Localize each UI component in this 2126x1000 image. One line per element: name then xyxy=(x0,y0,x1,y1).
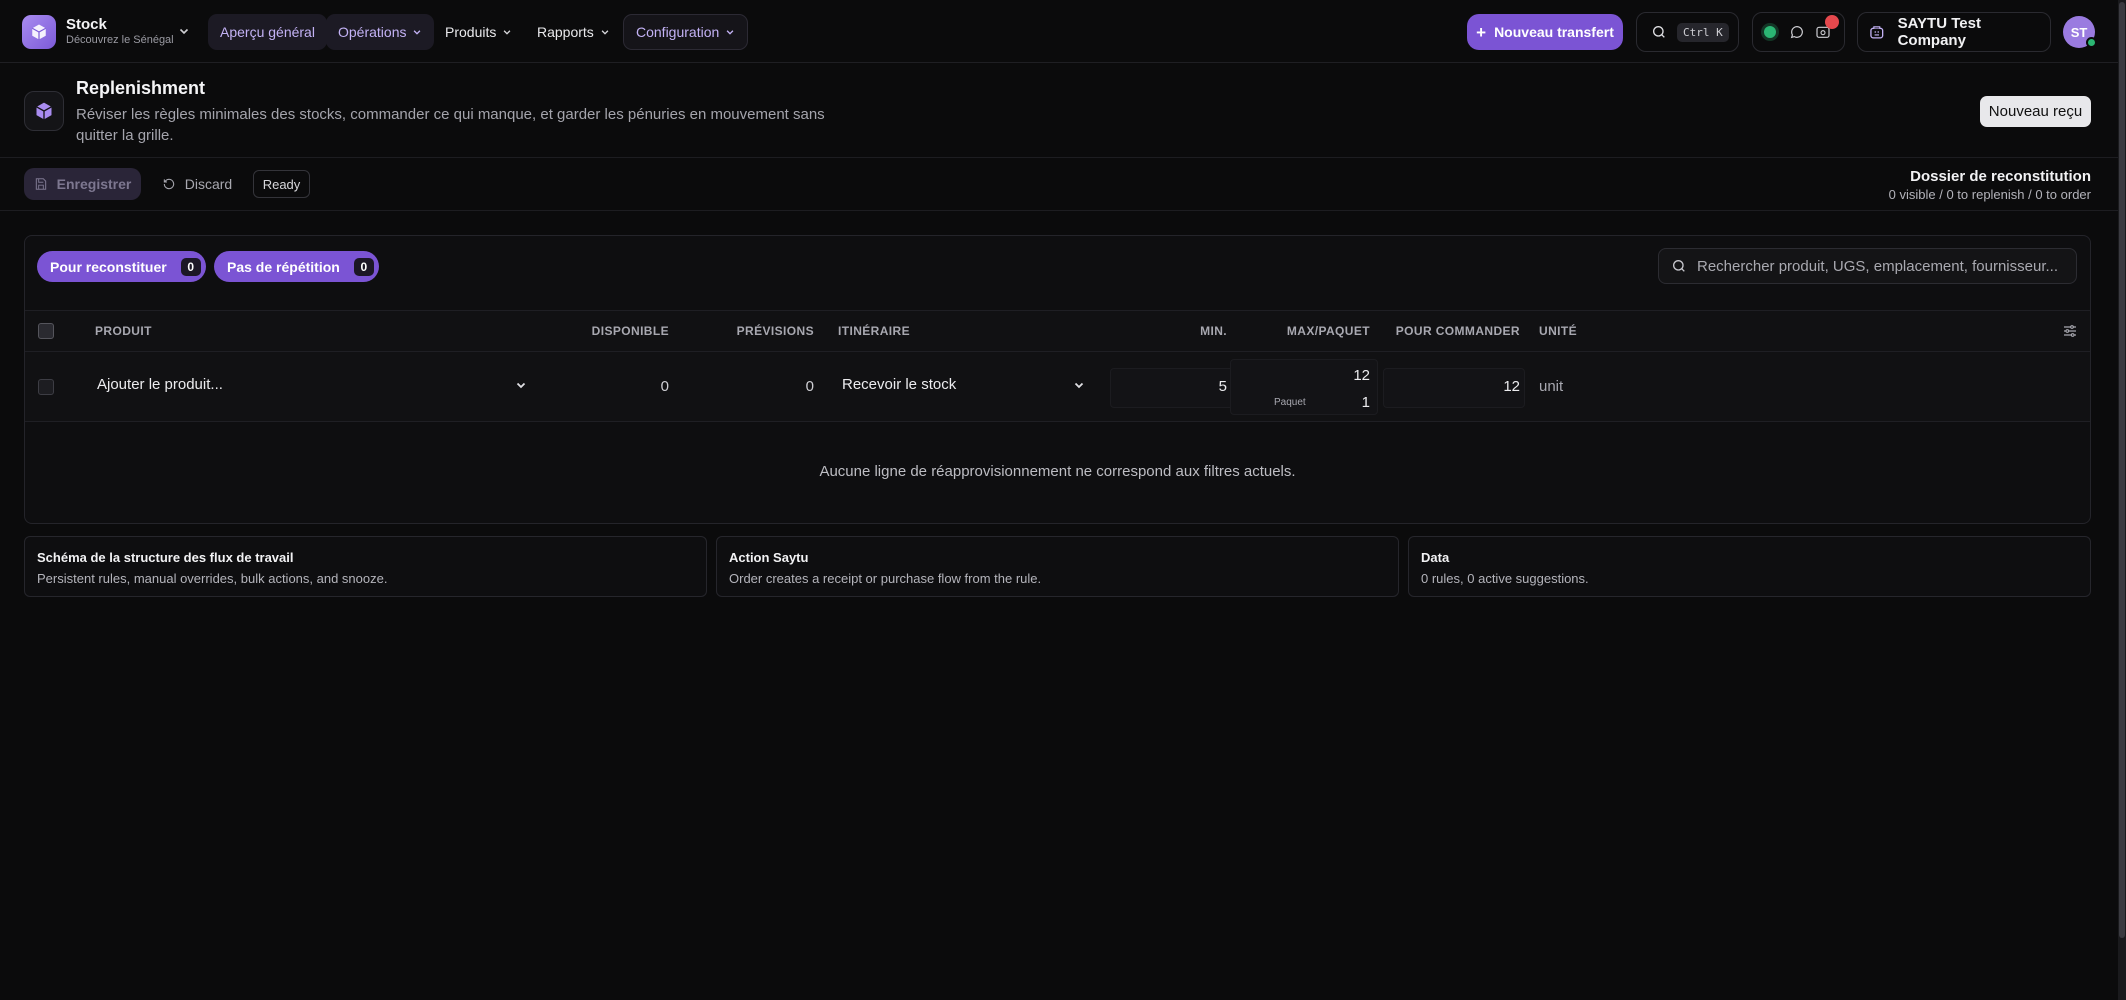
table-search-input[interactable] xyxy=(1697,257,2057,275)
building-icon xyxy=(1870,26,1884,39)
chevron-down-icon xyxy=(601,30,609,35)
save-label: Enregistrer xyxy=(56,176,132,192)
folder-title: Dossier de reconstitution xyxy=(1910,168,2091,185)
column-max-pack[interactable]: MAX/PAQUET xyxy=(1250,324,1370,338)
table-search[interactable] xyxy=(1658,248,2077,284)
folder-summary: 0 visible / 0 to replenish / 0 to order xyxy=(1888,187,2091,202)
new-transfer-label: Nouveau transfert xyxy=(1494,24,1614,40)
app-switcher-chevron-icon[interactable] xyxy=(178,24,190,40)
save-icon xyxy=(35,178,46,190)
app-logo[interactable] xyxy=(22,15,56,49)
search-icon xyxy=(1653,26,1665,38)
filter-pill-no-repeat[interactable]: Pas de répétition 0 xyxy=(214,251,379,282)
discard-button[interactable]: Discard xyxy=(150,168,244,200)
nav-overview[interactable]: Aperçu général xyxy=(208,14,327,50)
row-checkbox[interactable] xyxy=(38,379,54,395)
search-shortcut: Ctrl K xyxy=(1677,22,1729,42)
notification-badge xyxy=(1825,15,1839,29)
discard-label: Discard xyxy=(184,176,233,192)
new-transfer-button[interactable]: + Nouveau transfert xyxy=(1467,14,1623,50)
route-select[interactable]: Recevoir le stock xyxy=(842,376,1085,393)
app-name: Stock xyxy=(66,16,107,33)
filter-pill-count: 0 xyxy=(180,257,201,276)
card-title: Schéma de la structure des flux de trava… xyxy=(37,550,294,565)
chevron-down-icon xyxy=(516,382,526,388)
nav-configuration[interactable]: Configuration xyxy=(623,14,749,50)
table-row-new: Ajouter le produit... 0 0 Recevoir le st… xyxy=(25,352,2090,422)
chevron-down-icon xyxy=(1074,382,1084,388)
max-input[interactable]: 12 xyxy=(1255,367,1370,384)
filter-pill-to-replenish[interactable]: Pour reconstituer 0 xyxy=(37,251,206,282)
top-navigation: Stock Découvrez le Sénégal Aperçu généra… xyxy=(0,0,2126,63)
page-icon xyxy=(24,91,64,131)
status-badge: Ready xyxy=(253,170,310,198)
column-product[interactable]: PRODUIT xyxy=(95,324,152,338)
column-route[interactable]: ITINÉRAIRE xyxy=(838,324,910,338)
nav-operations-label: Opérations xyxy=(338,24,407,40)
undo-icon xyxy=(163,178,174,190)
global-search-button[interactable]: Ctrl K xyxy=(1636,12,1739,52)
nav-configuration-label: Configuration xyxy=(636,24,720,40)
cell-available: 0 xyxy=(660,378,669,395)
chevron-down-icon xyxy=(726,30,734,35)
product-select[interactable]: Ajouter le produit... xyxy=(97,376,527,393)
divider xyxy=(0,157,2126,158)
chevron-down-icon xyxy=(414,30,421,35)
divider xyxy=(0,210,2126,211)
column-available[interactable]: DISPONIBLE xyxy=(585,324,669,338)
save-button[interactable]: Enregistrer xyxy=(24,168,141,200)
column-forecast[interactable]: PRÉVISIONS xyxy=(720,324,814,338)
search-icon xyxy=(1673,260,1685,272)
info-card-action: Action Saytu Order creates a receipt or … xyxy=(716,536,1399,597)
company-switcher[interactable]: SAYTU Test Company xyxy=(1857,12,2051,52)
product-select-value: Ajouter le produit... xyxy=(97,376,223,393)
card-text: Order creates a receipt or purchase flow… xyxy=(729,571,1042,586)
card-text: 0 rules, 0 active suggestions. xyxy=(1421,571,1589,586)
plus-icon: + xyxy=(1476,22,1487,42)
cell-unit: unit xyxy=(1539,378,1564,395)
nav-reports[interactable]: Rapports xyxy=(525,14,622,50)
chevron-down-icon xyxy=(503,30,511,35)
cube-icon xyxy=(36,102,52,120)
avatar-online-dot xyxy=(2086,37,2097,48)
app-subtitle: Découvrez le Sénégal xyxy=(66,34,174,46)
box-icon xyxy=(31,24,47,40)
min-input[interactable]: 5 xyxy=(1115,378,1227,395)
column-min[interactable]: MIN. xyxy=(1145,324,1227,338)
column-unit[interactable]: UNITÉ xyxy=(1539,324,1577,338)
card-text: Persistent rules, manual overrides, bulk… xyxy=(37,571,388,586)
avatar-initials: ST xyxy=(2070,24,2088,40)
card-title: Data xyxy=(1421,550,1450,565)
route-select-value: Recevoir le stock xyxy=(842,376,957,393)
online-status-indicator xyxy=(1764,26,1776,38)
page-description: Réviser les règles minimales des stocks,… xyxy=(76,106,825,144)
chat-icon[interactable] xyxy=(1789,24,1805,43)
pack-input[interactable]: 1 xyxy=(1255,394,1370,411)
empty-state-message: Aucune ligne de réapprovisionnement ne c… xyxy=(819,463,1296,480)
column-settings-icon[interactable] xyxy=(2062,323,2078,342)
nav-operations[interactable]: Opérations xyxy=(326,14,435,50)
nav-products-label: Produits xyxy=(445,24,497,40)
select-all-checkbox[interactable] xyxy=(38,323,54,339)
page-title: Replenishment xyxy=(76,78,206,98)
filter-pill-label: Pour reconstituer xyxy=(50,258,167,275)
info-card-workflow: Schéma de la structure des flux de trava… xyxy=(24,536,707,597)
card-title: Action Saytu xyxy=(729,550,809,565)
page-scrollbar-thumb[interactable] xyxy=(2119,2,2125,938)
nav-reports-label: Rapports xyxy=(537,24,594,40)
filter-pill-count: 0 xyxy=(353,257,374,276)
filter-pill-label: Pas de répétition xyxy=(227,258,340,275)
column-to-order[interactable]: POUR COMMANDER xyxy=(1380,324,1520,338)
status-group xyxy=(1752,12,1845,52)
new-receipt-button[interactable]: Nouveau reçu xyxy=(1980,96,2091,127)
company-name: SAYTU Test Company xyxy=(1897,15,1981,49)
cell-forecast: 0 xyxy=(805,378,814,395)
nav-overview-label: Aperçu général xyxy=(220,24,315,40)
info-card-data: Data 0 rules, 0 active suggestions. xyxy=(1408,536,2091,597)
to-order-input[interactable]: 12 xyxy=(1390,378,1520,395)
table-header: PRODUIT DISPONIBLE PRÉVISIONS ITINÉRAIRE… xyxy=(25,310,2090,352)
nav-products[interactable]: Produits xyxy=(433,14,524,50)
